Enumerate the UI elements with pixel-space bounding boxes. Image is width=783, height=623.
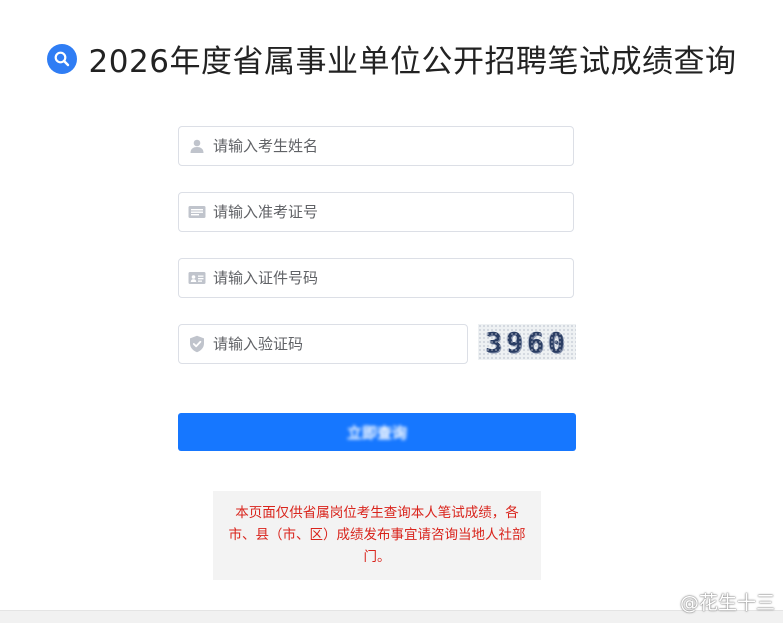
notice-text: 本页面仅供省属岗位考生查询本人笔试成绩，各市、县（市、区）成绩发布事宜请咨询当地… (228, 505, 526, 565)
page-header: 2026年度省属事业单位公开招聘笔试成绩查询 (0, 36, 783, 81)
query-button[interactable]: 立即查询 (178, 413, 576, 451)
ticket-card-icon (188, 203, 206, 221)
candidate-name-field[interactable] (178, 126, 574, 166)
captcha-field[interactable] (178, 324, 468, 364)
query-button-label: 立即查询 (346, 423, 407, 442)
id-card-icon (188, 269, 206, 287)
admission-ticket-field[interactable] (178, 192, 574, 232)
captcha-image[interactable]: 3960 (478, 324, 576, 360)
weibo-logo-icon (652, 589, 676, 614)
notice-box: 本页面仅供省属岗位考生查询本人笔试成绩，各市、县（市、区）成绩发布事宜请咨询当地… (213, 491, 541, 580)
page-title: 2026年度省属事业单位公开招聘笔试成绩查询 (88, 44, 737, 80)
captcha-code: 3960 (485, 325, 569, 359)
admission-ticket-input[interactable] (213, 193, 573, 231)
user-icon (188, 137, 206, 155)
candidate-name-input[interactable] (213, 127, 573, 165)
search-icon (46, 43, 77, 74)
watermark-text: @花生十三 (679, 592, 775, 614)
shield-icon (188, 335, 206, 353)
id-number-field[interactable] (178, 258, 574, 298)
captcha-input[interactable] (213, 325, 467, 363)
watermark: @花生十三 (652, 588, 775, 615)
id-number-input[interactable] (213, 259, 573, 297)
